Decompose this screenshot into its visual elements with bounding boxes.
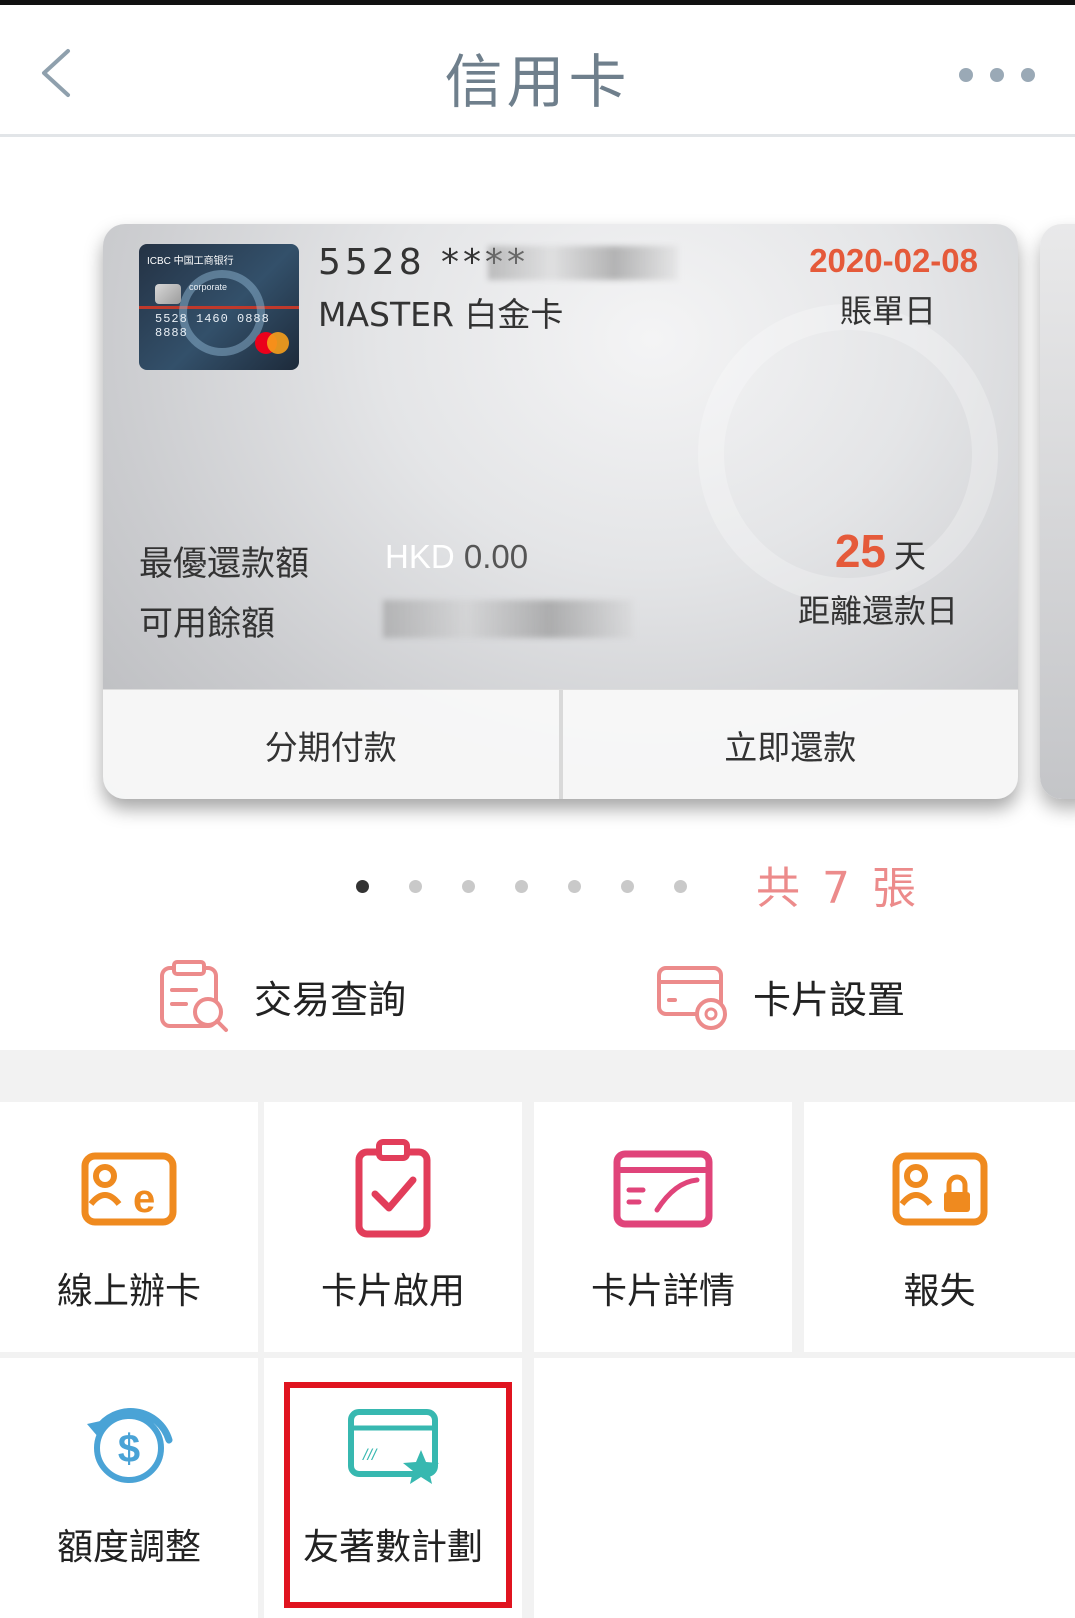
grid-item-card-activate[interactable]: 卡片啟用	[264, 1102, 522, 1352]
pager-dot[interactable]	[462, 880, 475, 893]
grid-item-limit-adjust[interactable]: $ 額度調整	[0, 1358, 258, 1618]
card-type: MASTER 白金卡	[318, 295, 564, 334]
days-value: 25	[834, 525, 886, 577]
min-payment-label: 最優還款額	[139, 544, 309, 584]
card-details-icon	[613, 1150, 713, 1228]
more-dot-icon	[1021, 68, 1035, 82]
report-loss-label: 報失	[903, 1271, 976, 1312]
bill-date: 2020-02-08	[809, 242, 978, 279]
grid-item-report-loss[interactable]: 報失	[804, 1102, 1075, 1352]
limit-adjust-icon: $	[87, 1408, 173, 1483]
installment-button[interactable]: 分期付款	[103, 690, 559, 799]
min-payment-value: HKD 0.00	[385, 538, 528, 576]
currency-code: HKD	[385, 538, 455, 575]
min-payment-amount: 0.00	[454, 538, 529, 575]
card-thumb-corporate: corporate	[189, 282, 228, 292]
page-title: 信用卡	[444, 48, 631, 116]
svg-text:$: $	[118, 1427, 140, 1471]
more-dot-icon	[990, 68, 1004, 82]
transaction-search-label: 交易查詢	[254, 977, 407, 1022]
card-settings-link[interactable]: 卡片設置	[655, 958, 905, 1034]
card-thumbnail: ICBC 中国工商银行 corporate 5528 1460 0888 888…	[139, 244, 299, 370]
grid-empty-cell	[534, 1358, 1075, 1618]
quick-links: 交易查詢 卡片設置	[0, 940, 1075, 1050]
days-to-due: 25 天	[835, 524, 926, 578]
transaction-search-link[interactable]: 交易查詢	[156, 958, 406, 1034]
chip-icon	[155, 284, 181, 304]
online-apply-label: 線上辦卡	[56, 1271, 201, 1312]
pager-dot[interactable]	[409, 880, 422, 893]
pager-dot[interactable]	[674, 880, 687, 893]
grid-item-card-details[interactable]: 卡片詳情	[534, 1102, 792, 1352]
pager-dot[interactable]	[568, 880, 581, 893]
next-card-peek[interactable]	[1040, 224, 1075, 799]
card-settings-icon	[657, 966, 727, 1030]
card-details-label: 卡片詳情	[590, 1271, 735, 1312]
svg-text:e: e	[133, 1177, 155, 1221]
bill-date-label: 賬單日	[839, 292, 936, 330]
card-activate-label: 卡片啟用	[320, 1271, 465, 1312]
card-count: 共 7 張	[756, 863, 920, 914]
masked-available-balance	[383, 600, 633, 638]
card-activate-icon	[355, 1139, 431, 1238]
grid-item-online-apply[interactable]: e 線上辦卡	[0, 1102, 258, 1352]
card-thumb-bank: ICBC 中国工商银行	[147, 256, 234, 267]
more-menu-button[interactable]	[959, 63, 1035, 87]
repay-now-button[interactable]: 立即還款	[563, 690, 1019, 799]
online-apply-icon: e	[81, 1152, 177, 1226]
mastercard-logo-icon	[255, 332, 291, 356]
pager-dot[interactable]	[356, 880, 369, 893]
card-settings-label: 卡片設置	[753, 977, 906, 1022]
card-actions: 分期付款 立即還款	[103, 689, 1018, 799]
masked-card-number	[488, 246, 678, 280]
pager-dot[interactable]	[621, 880, 634, 893]
days-to-due-label: 距離還款日	[797, 592, 958, 630]
available-balance-label: 可用餘額	[139, 604, 275, 644]
section-divider	[0, 1050, 1075, 1102]
credit-card-panel[interactable]: ICBC 中国工商银行 corporate 5528 1460 0888 888…	[103, 224, 1018, 799]
card-pager	[356, 880, 696, 894]
header: 信用卡	[0, 5, 1075, 137]
service-grid: e 線上辦卡 卡片啟用 卡片詳情 報失 $ 額度調整 /// 友著數計劃	[0, 1102, 1075, 1618]
transaction-search-icon	[160, 960, 228, 1032]
days-unit: 天	[893, 537, 926, 575]
more-dot-icon	[959, 68, 973, 82]
pager-dot[interactable]	[515, 880, 528, 893]
report-loss-icon	[892, 1152, 987, 1226]
limit-adjust-label: 額度調整	[56, 1527, 201, 1568]
highlight-box	[284, 1382, 512, 1608]
